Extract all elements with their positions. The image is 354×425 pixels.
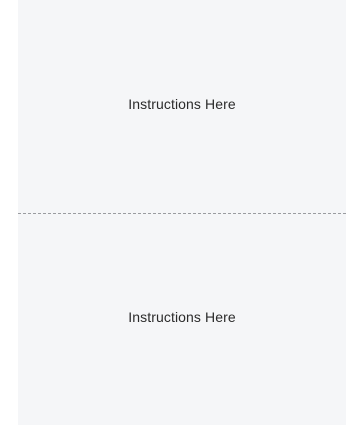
bottom-instruction-panel: Instructions Here	[18, 214, 346, 425]
bottom-instruction-text: Instructions Here	[128, 308, 236, 325]
top-instruction-panel: Instructions Here	[18, 0, 346, 213]
top-instruction-text: Instructions Here	[128, 96, 236, 112]
instruction-card: Instructions Here Instructions Here	[18, 0, 346, 425]
